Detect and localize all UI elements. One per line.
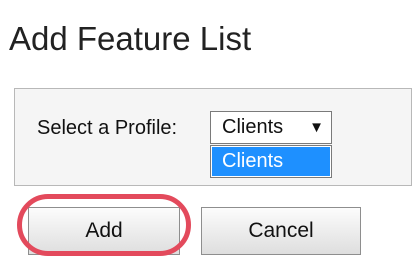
profile-select-value: Clients: [222, 116, 284, 138]
cancel-button[interactable]: Cancel: [201, 207, 361, 255]
profile-label: Select a Profile:: [37, 117, 178, 139]
profile-dropdown-list: Clients: [210, 145, 332, 178]
add-button[interactable]: Add: [28, 207, 180, 255]
profile-select[interactable]: Clients ▼: [210, 111, 332, 144]
caret-down-icon: ▼: [309, 119, 324, 136]
dropdown-option-clients[interactable]: Clients: [212, 147, 330, 176]
page-title: Add Feature List: [9, 20, 252, 57]
